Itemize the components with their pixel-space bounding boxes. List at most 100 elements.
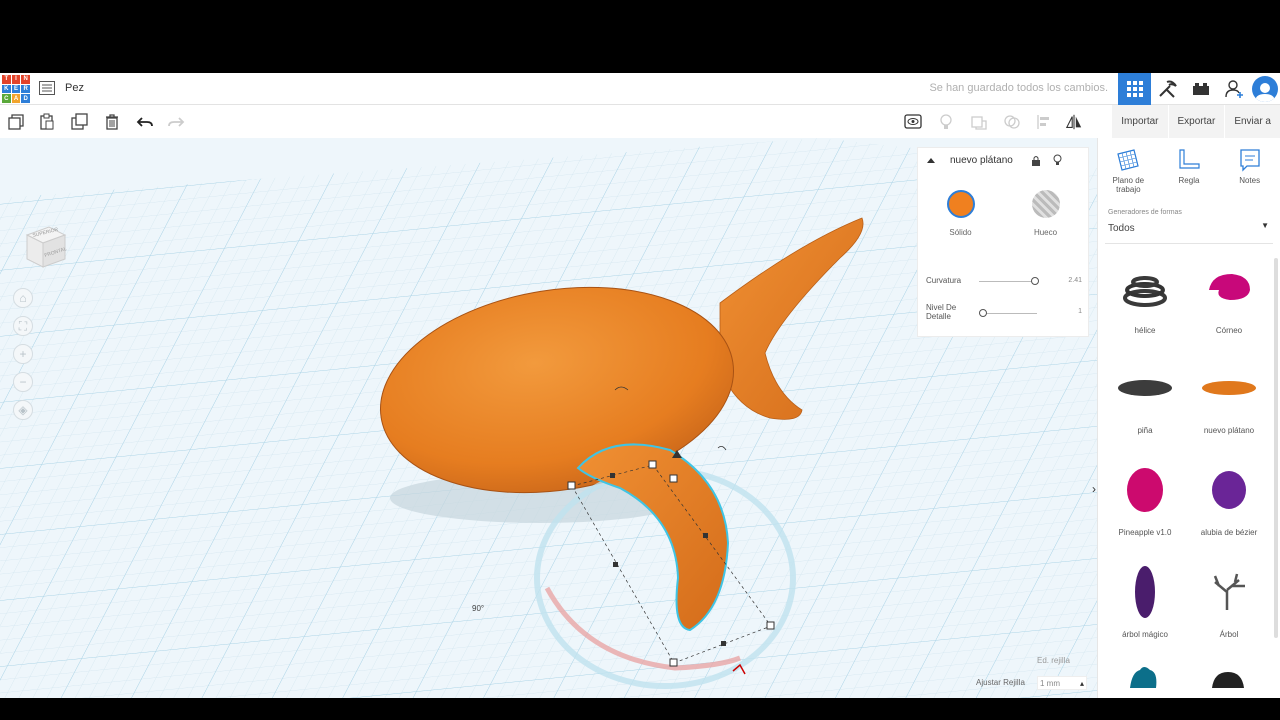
light-bulb-icon[interactable] — [1053, 154, 1062, 166]
add-user-button[interactable] — [1217, 73, 1250, 105]
logo-letter: E — [11, 84, 21, 94]
blocks-button[interactable] — [1151, 73, 1184, 105]
shape-item-nuevo-platano[interactable]: nuevo plátano — [1186, 358, 1272, 458]
generators-value[interactable]: Todos — [1108, 223, 1135, 234]
redo-icon[interactable] — [167, 113, 185, 131]
tree-shape-icon — [1213, 573, 1245, 610]
rock-shape-icon[interactable] — [1210, 668, 1246, 688]
snap-grid-value: 1 mm — [1040, 679, 1060, 688]
logo-letter: C — [2, 94, 11, 103]
view-cube[interactable]: SUPERIOR FRONTAL — [19, 223, 69, 273]
shape-item-corneo[interactable]: Córneo — [1186, 258, 1272, 358]
collapse-icon[interactable] — [926, 156, 936, 164]
copy-icon[interactable] — [7, 113, 25, 131]
generators-label: Generadores de formas — [1108, 209, 1182, 216]
delete-icon[interactable] — [103, 113, 121, 131]
avatar[interactable] — [1252, 76, 1278, 102]
pineapple-shape-icon — [1127, 468, 1163, 512]
group-icon[interactable] — [970, 113, 988, 131]
panel-scrollbar[interactable] — [1274, 258, 1278, 638]
zoom-in-icon[interactable]: + — [13, 344, 33, 364]
edit-grid-button[interactable]: Ed. rejilla — [1037, 656, 1070, 665]
logo-letter: A — [11, 94, 21, 103]
bean-shape-icon — [1212, 471, 1246, 509]
shape-label: árbol mágico — [1122, 630, 1168, 639]
workplane-icon — [1117, 149, 1140, 171]
shape-item-pineapple[interactable]: Pineapple v1.0 — [1102, 460, 1188, 560]
send-to-button[interactable]: Enviar a — [1224, 105, 1280, 138]
logo-letter: N — [21, 75, 30, 84]
design-list-icon[interactable] — [39, 81, 55, 95]
shape-label: hélice — [1134, 326, 1156, 335]
shape-item-arbol[interactable]: Árbol — [1186, 562, 1272, 662]
notes-eye-icon[interactable] — [904, 113, 922, 131]
hole-label: Hueco — [1033, 228, 1058, 237]
tinkercad-logo[interactable]: TIN KER CAD — [2, 75, 30, 103]
shape-label: piña — [1137, 426, 1153, 435]
shape-name[interactable]: nuevo plátano — [950, 155, 1013, 166]
panel-toggle-icon[interactable]: › — [1092, 482, 1096, 496]
home-view-icon[interactable]: ⌂ — [13, 288, 33, 308]
workplane-tool[interactable]: Plano de trabajo — [1099, 148, 1157, 208]
notes-tool[interactable]: Notes — [1221, 148, 1279, 208]
light-bulb-icon[interactable] — [937, 113, 955, 131]
hole-swatch[interactable] — [1031, 190, 1060, 218]
shape-item-alubia[interactable]: alubia de bézier — [1186, 460, 1272, 560]
view-controls: ⌂ ⛶ + − ◈ — [13, 288, 33, 428]
detail-slider-row: Nivel De Detalle 1 — [926, 303, 1082, 321]
hammer-pick-icon — [1158, 80, 1177, 98]
shape-item-pina[interactable]: piña — [1102, 358, 1188, 458]
detail-value[interactable]: 1 — [1078, 308, 1082, 315]
shape-label: Árbol — [1219, 630, 1239, 639]
save-status: Se han guardado todos los cambios. — [929, 82, 1108, 94]
banana-shape-icon — [1202, 381, 1256, 395]
ruler-label: Regla — [1178, 176, 1200, 185]
hole-option[interactable]: Hueco — [1031, 190, 1060, 237]
perspective-icon[interactable]: ◈ — [13, 400, 33, 420]
curvature-knob[interactable] — [1031, 277, 1040, 285]
helix-shape-icon — [1123, 276, 1167, 307]
lock-icon[interactable] — [1031, 155, 1041, 166]
file-actions: Importar Exportar Enviar a — [1111, 105, 1280, 138]
chevron-down-icon[interactable]: ▼ — [1261, 221, 1269, 230]
snap-grid-select[interactable]: 1 mm ▴ — [1037, 676, 1087, 690]
add-user-icon — [1224, 80, 1243, 98]
logo-letter: R — [21, 84, 30, 94]
curvature-track[interactable] — [979, 281, 1037, 282]
align-icon[interactable] — [1035, 113, 1053, 131]
shape-item-arbol-magico[interactable]: árbol mágico — [1102, 562, 1188, 662]
curvature-value[interactable]: 2.41 — [1068, 277, 1082, 284]
snap-grid-label: Ajustar Rejilla — [976, 678, 1025, 687]
duplicate-icon[interactable] — [71, 113, 89, 131]
detail-knob[interactable] — [979, 309, 987, 317]
detail-label: Nivel De Detalle — [926, 303, 957, 321]
curvature-label: Curvatura — [926, 276, 962, 285]
design-title[interactable]: Pez — [65, 82, 84, 94]
solid-option[interactable]: Sólido — [946, 190, 975, 237]
magic-tree-shape-icon — [1135, 566, 1155, 618]
horn-shape-icon — [1209, 274, 1250, 300]
logo-letter: K — [2, 84, 11, 94]
lego-button[interactable] — [1184, 73, 1217, 105]
pineapple-flat-shape-icon — [1118, 380, 1172, 396]
solid-label: Sólido — [949, 228, 972, 237]
ungroup-icon[interactable] — [1003, 113, 1021, 131]
detail-track[interactable] — [979, 313, 1037, 314]
shape-generator-select[interactable]: Generadores de formas Todos ▼ — [1105, 208, 1273, 244]
logo-letter: T — [2, 75, 11, 84]
undo-icon[interactable] — [136, 113, 154, 131]
ruler-icon — [1179, 149, 1200, 169]
paste-icon[interactable] — [38, 113, 56, 131]
solid-color-swatch[interactable] — [946, 190, 975, 218]
fit-view-icon[interactable]: ⛶ — [13, 316, 33, 336]
ruler-tool[interactable]: Regla — [1160, 148, 1218, 208]
export-button[interactable]: Exportar — [1167, 105, 1225, 138]
zoom-out-icon[interactable]: − — [13, 372, 33, 392]
shape-item-helice[interactable]: hélice — [1102, 258, 1188, 358]
logo-letter: D — [21, 94, 30, 103]
coral-shape-icon[interactable] — [1126, 662, 1162, 688]
top-bar: TIN KER CAD Pez Se han guardado todos los … — [0, 73, 1280, 105]
mirror-icon[interactable] — [1065, 113, 1083, 131]
import-button[interactable]: Importar — [1111, 105, 1167, 138]
grid-view-button[interactable] — [1118, 73, 1151, 105]
